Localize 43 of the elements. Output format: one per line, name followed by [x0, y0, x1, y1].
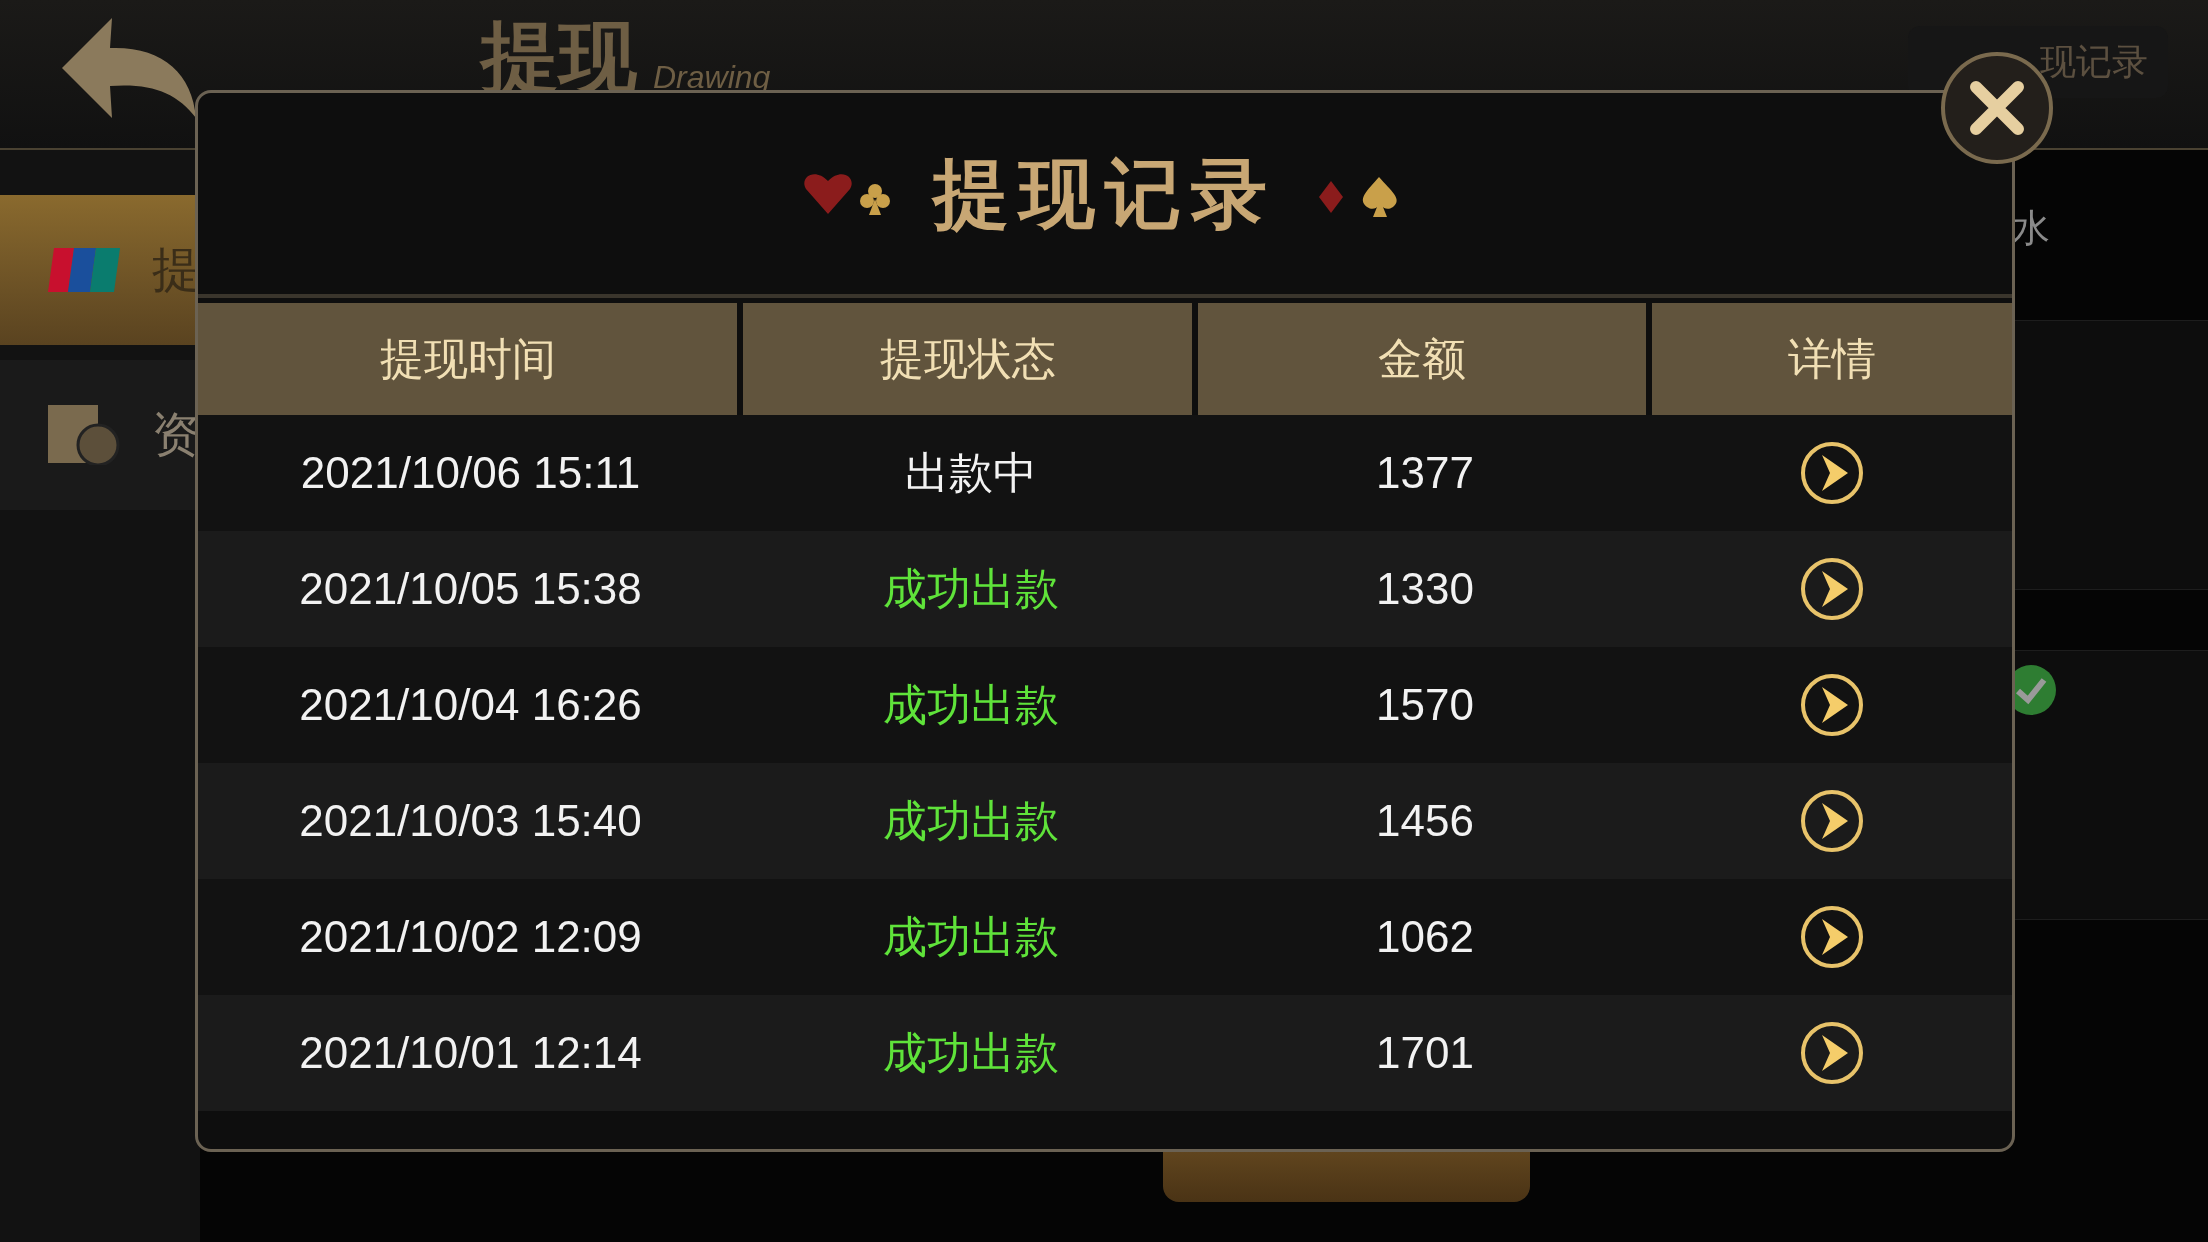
- bank-card-icon: [48, 248, 120, 292]
- details-button[interactable]: [1800, 441, 1864, 505]
- table-cell-text: 1062: [1376, 911, 1474, 963]
- column-header: 详情: [1652, 303, 2012, 415]
- label-text: 水: [2012, 206, 2050, 251]
- column-header: 金额: [1198, 303, 1646, 415]
- status-cell-text: 成功出款: [882, 1027, 1059, 1079]
- table-cell-text: 1701: [1376, 1027, 1474, 1079]
- arrow-circle-icon: [1800, 557, 1864, 621]
- column-header: 提现状态: [743, 303, 1192, 415]
- table-cell-text: 2021/10/04 16:26: [299, 679, 642, 731]
- arrow-circle-icon: [1800, 441, 1864, 505]
- page-subtitle: Drawing: [653, 58, 771, 97]
- arrow-circle-icon: [1800, 905, 1864, 969]
- status-cell-text: 成功出款: [882, 795, 1059, 847]
- details-button[interactable]: [1800, 1021, 1864, 1085]
- arrow-circle-icon: [1800, 789, 1864, 853]
- table-cell-text: 2021/10/02 12:09: [299, 911, 642, 963]
- table-cell-text: 2021/10/03 15:40: [299, 795, 642, 847]
- dialog-title: 提现记录: [933, 149, 1277, 238]
- table-cell-text: 1456: [1376, 795, 1474, 847]
- sidebar-label: 提: [152, 242, 200, 298]
- table-cell-text: 2021/10/05 15:38: [299, 563, 642, 615]
- status-cell-text: 出款中: [904, 447, 1037, 499]
- table-cell-text: 2021/10/06 15:11: [300, 447, 641, 499]
- money-bill-icon: [48, 405, 120, 465]
- details-button[interactable]: [1800, 673, 1864, 737]
- status-cell-text: 成功出款: [882, 679, 1059, 731]
- table-cell-text: 1377: [1376, 447, 1474, 499]
- arrow-circle-icon: [1800, 673, 1864, 737]
- details-button[interactable]: [1800, 557, 1864, 621]
- table-cell-text: 1330: [1376, 563, 1474, 615]
- table-cell-text: 1570: [1376, 679, 1474, 731]
- close-icon: [1970, 81, 2024, 135]
- details-button[interactable]: [1800, 905, 1864, 969]
- table-cell-text: 2021/10/01 12:14: [299, 1027, 642, 1079]
- sidebar-label: 资: [152, 407, 200, 463]
- back-arrow-icon[interactable]: [62, 18, 198, 118]
- column-header: 提现时间: [198, 303, 737, 415]
- status-cell-text: 成功出款: [882, 563, 1059, 615]
- details-button[interactable]: [1800, 789, 1864, 853]
- arrow-circle-icon: [1800, 1021, 1864, 1085]
- status-cell-text: 成功出款: [882, 911, 1059, 963]
